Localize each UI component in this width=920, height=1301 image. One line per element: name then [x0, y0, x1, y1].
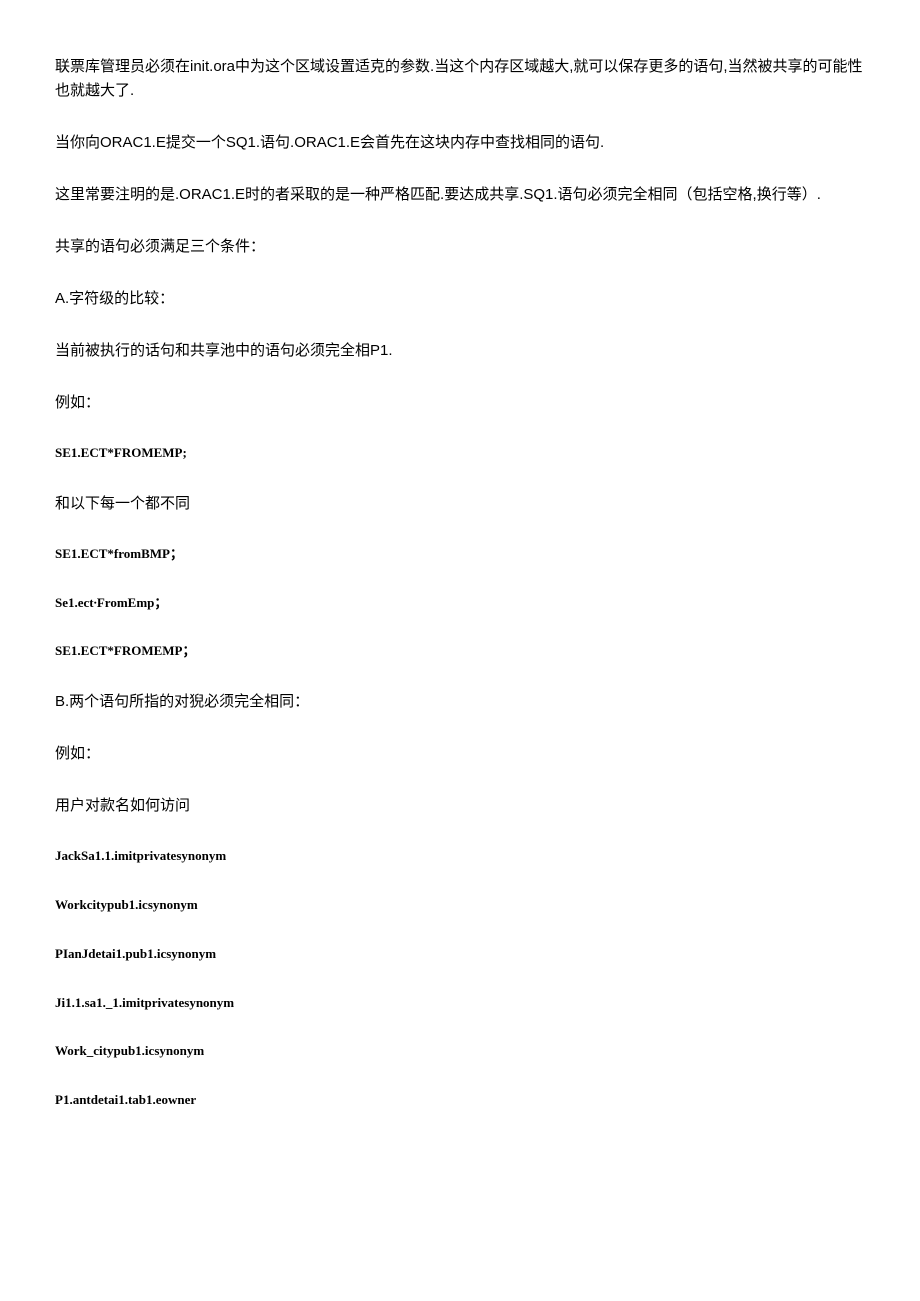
- code-line-8: Ji1.1.sa1._1.imitprivatesynonym: [55, 993, 865, 1014]
- code-line-5: JackSa1.1.imitprivatesynonym: [55, 846, 865, 867]
- code-line-6: Workcitypub1.icsynonym: [55, 895, 865, 916]
- code-line-4: SE1.ECT*FROMEMP；: [55, 641, 865, 662]
- paragraph-2: 当你向ORAC1.E提交一个SQ1.语句.ORAC1.E会首先在这块内存中查找相…: [55, 131, 865, 155]
- paragraph-1: 联票库管理员必须在init.ora中为这个区域设置适克的参数.当这个内存区域越大…: [55, 55, 865, 103]
- paragraph-8: 和以下每一个都不同: [55, 492, 865, 516]
- code-line-7: PIanJdetai1.pub1.icsynonym: [55, 944, 865, 965]
- code-line-10: P1.antdetai1.tab1.eowner: [55, 1090, 865, 1111]
- paragraph-4: 共享的语句必须满足三个条件：: [55, 235, 865, 259]
- paragraph-7: 例如：: [55, 391, 865, 415]
- code-line-3: Se1.ect∙FromEmp；: [55, 593, 865, 614]
- code-line-2: SE1.ECT*fromBMP；: [55, 544, 865, 565]
- paragraph-10: 例如：: [55, 742, 865, 766]
- code-line-1: SE1.ECT*FROMEMP;: [55, 443, 865, 464]
- paragraph-9: B.两个语句所指的对猊必须完全相同：: [55, 690, 865, 714]
- paragraph-6: 当前被执行的话句和共享池中的语句必须完全相P1.: [55, 339, 865, 363]
- paragraph-3: 这里常要注明的是.ORAC1.E时的者采取的是一种严格匹配.要达成共享.SQ1.…: [55, 183, 865, 207]
- code-line-9: Work_citypub1.icsynonym: [55, 1041, 865, 1062]
- paragraph-5: A.字符级的比较：: [55, 287, 865, 311]
- paragraph-11: 用户对款名如何访问: [55, 794, 865, 818]
